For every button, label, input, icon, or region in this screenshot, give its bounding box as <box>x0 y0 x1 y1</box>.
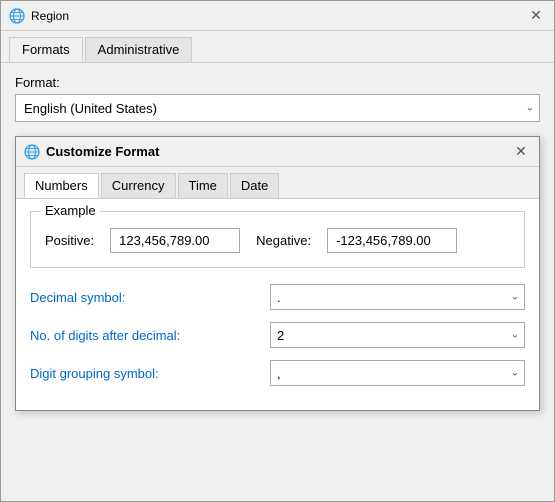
example-row: Positive: 123,456,789.00 Negative: -123,… <box>45 228 510 253</box>
format-select[interactable]: English (United States) English (United … <box>15 94 540 122</box>
outer-content: Format: English (United States) English … <box>1 62 554 501</box>
example-group-box: Example Positive: 123,456,789.00 Negativ… <box>30 211 525 268</box>
format-select-wrapper: English (United States) English (United … <box>15 94 540 122</box>
digits-after-decimal-select-wrapper: 0 1 2 3 4 ⌄ <box>270 322 525 348</box>
format-label: Format: <box>15 75 540 90</box>
outer-titlebar: Region ✕ <box>1 1 554 31</box>
decimal-symbol-row: Decimal symbol: . , ⌄ <box>30 284 525 310</box>
inner-content: Example Positive: 123,456,789.00 Negativ… <box>16 199 539 410</box>
digit-grouping-symbol-select[interactable]: , . <box>270 360 525 386</box>
decimal-symbol-select[interactable]: . , <box>270 284 525 310</box>
region-icon <box>9 8 25 24</box>
tab-time[interactable]: Time <box>178 173 228 198</box>
inner-titlebar: Customize Format ✕ <box>16 137 539 167</box>
inner-tabs-row: Numbers Currency Time Date <box>16 167 539 199</box>
positive-value: 123,456,789.00 <box>110 228 240 253</box>
inner-window-title: Customize Format <box>46 144 511 159</box>
outer-window: Region ✕ Formats Administrative Format: … <box>0 0 555 502</box>
inner-window: Customize Format ✕ Numbers Currency Time… <box>15 136 540 411</box>
tab-date[interactable]: Date <box>230 173 279 198</box>
digit-grouping-symbol-select-wrapper: , . ⌄ <box>270 360 525 386</box>
digits-after-decimal-row: No. of digits after decimal: 0 1 2 3 4 ⌄ <box>30 322 525 348</box>
tab-numbers[interactable]: Numbers <box>24 173 99 198</box>
tab-currency[interactable]: Currency <box>101 173 176 198</box>
example-legend: Example <box>41 203 100 218</box>
digits-after-decimal-label: No. of digits after decimal: <box>30 328 270 343</box>
outer-window-title: Region <box>31 9 526 23</box>
negative-value: -123,456,789.00 <box>327 228 457 253</box>
digits-after-decimal-select[interactable]: 0 1 2 3 4 <box>270 322 525 348</box>
tab-formats[interactable]: Formats <box>9 37 83 62</box>
customize-format-icon <box>24 144 40 160</box>
negative-label: Negative: <box>256 233 311 248</box>
inner-close-button[interactable]: ✕ <box>511 142 531 162</box>
positive-label: Positive: <box>45 233 94 248</box>
digit-grouping-symbol-row: Digit grouping symbol: , . ⌄ <box>30 360 525 386</box>
tab-administrative[interactable]: Administrative <box>85 37 193 62</box>
decimal-symbol-select-wrapper: . , ⌄ <box>270 284 525 310</box>
outer-close-button[interactable]: ✕ <box>526 6 546 26</box>
decimal-symbol-label: Decimal symbol: <box>30 290 270 305</box>
digit-grouping-symbol-label: Digit grouping symbol: <box>30 366 270 381</box>
outer-tabs-row: Formats Administrative <box>1 31 554 62</box>
